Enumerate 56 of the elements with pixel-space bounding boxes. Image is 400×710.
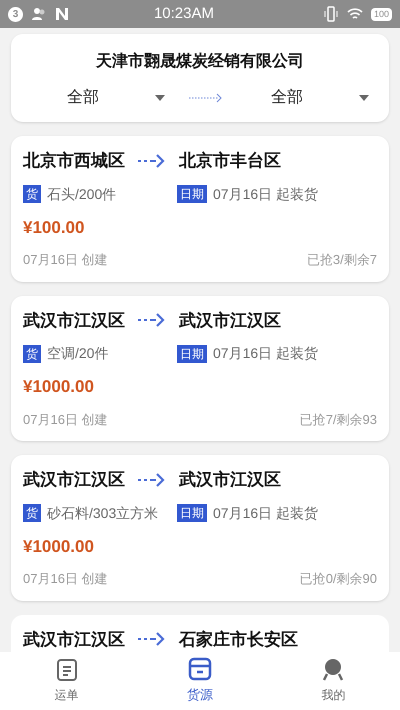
date-text: 07月16日 起装货 — [213, 184, 318, 204]
grab-count: 已抢3/剩余7 — [306, 251, 377, 269]
box-icon — [188, 657, 212, 682]
destination-city: 武汉市江汉区 — [179, 469, 281, 491]
order-card[interactable]: 武汉市江汉区 石家庄市长安区 — [11, 614, 389, 652]
date-text: 07月16日 起装货 — [213, 504, 318, 522]
grab-count: 已抢0/剩余90 — [300, 570, 377, 588]
route-arrow-icon — [137, 312, 167, 328]
date-tag: 日期 — [177, 344, 207, 362]
nav-tab[interactable]: 运单 — [0, 652, 134, 710]
destination-city: 武汉市江汉区 — [179, 310, 281, 332]
n-logo-icon — [55, 7, 69, 21]
clock: 10:23AM — [152, 4, 215, 24]
price: ¥1000.00 — [23, 536, 95, 558]
vibrate-icon — [322, 6, 339, 22]
nav-tab[interactable]: 我的 — [266, 652, 400, 710]
destination-city: 北京市丰台区 — [179, 150, 281, 172]
route-arrow-icon — [137, 472, 167, 488]
origin-city: 武汉市江汉区 — [23, 469, 125, 491]
goods-text: 石头/200件 — [47, 184, 118, 204]
origin-city: 北京市西城区 — [23, 150, 125, 172]
dotted-arrow-icon — [189, 93, 223, 103]
order-card[interactable]: 武汉市江汉区 武汉市江汉区 货 空调/20件 日期 07月16日 起装货 ¥1000.00 07月16日 创建 已抢7/剩余93 — [11, 296, 389, 441]
date-tag: 日期 — [177, 504, 207, 522]
origin-city: 武汉市江汉区 — [23, 628, 125, 650]
contacts-icon — [31, 7, 47, 21]
battery-level: 100 — [370, 8, 392, 20]
created-date: 07月16日 创建 — [23, 251, 108, 269]
nav-tab[interactable]: 货源 — [133, 652, 267, 710]
destination-filter-dropdown[interactable]: 全部 — [239, 86, 377, 110]
price: ¥100.00 — [23, 216, 86, 238]
notification-count: 3 — [8, 6, 23, 22]
goods-tag: 货 — [23, 185, 41, 203]
goods-text: 空调/20件 — [47, 344, 110, 363]
order-card[interactable]: 北京市西城区 北京市丰台区 货 石头/200件 日期 07月16日 起装货 ¥100.00 07月16日 创建 已抢3/剩余7 — [11, 136, 389, 282]
caret-icon — [359, 95, 369, 101]
person-icon — [322, 658, 344, 682]
goods-text: 砂石料/303立方米 — [47, 504, 160, 522]
clipboard-icon — [56, 658, 78, 682]
company-name: 天津市翾晟煤炭经销有限公司 — [96, 51, 304, 72]
created-date: 07月16日 创建 — [23, 570, 108, 588]
origin-filter-dropdown[interactable]: 全部 — [23, 86, 173, 110]
date-tag: 日期 — [177, 185, 207, 203]
wifi-icon — [346, 7, 363, 21]
created-date: 07月16日 创建 — [23, 410, 108, 428]
goods-tag: 货 — [23, 344, 41, 362]
order-card[interactable]: 武汉市江汉区 武汉市江汉区 货 砂石料/303立方米 日期 07月16日 起装货 ¥1000.00 07月16日 创建 已抢0/剩余90 — [11, 455, 389, 600]
goods-tag: 货 — [23, 504, 41, 522]
grab-count: 已抢7/剩余93 — [300, 410, 377, 428]
origin-city: 武汉市江汉区 — [23, 310, 125, 332]
destination-city: 石家庄市长安区 — [179, 628, 298, 650]
caret-icon — [155, 95, 165, 101]
date-text: 07月16日 起装货 — [213, 344, 318, 363]
route-arrow-icon — [137, 152, 167, 169]
route-arrow-icon — [137, 631, 167, 648]
price: ¥1000.00 — [23, 376, 95, 398]
